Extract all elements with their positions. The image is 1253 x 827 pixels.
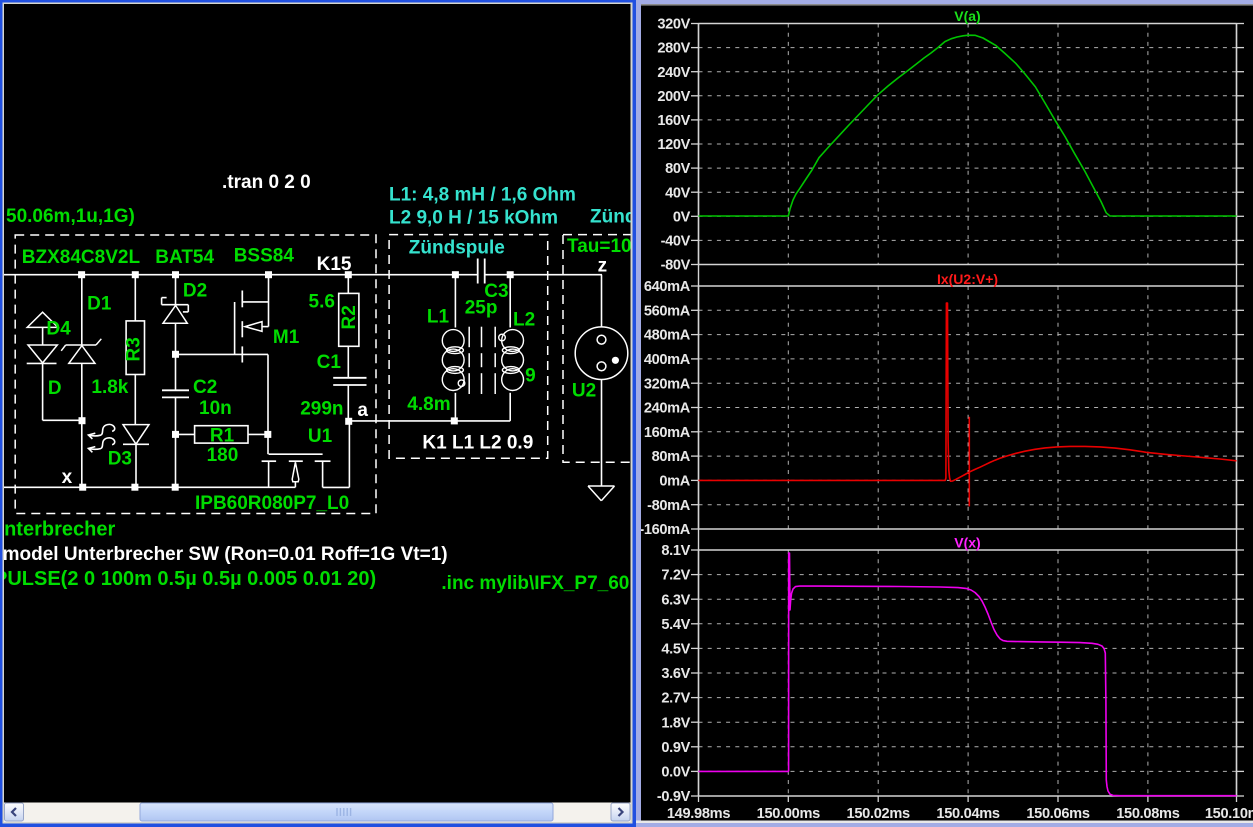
svg-text:25p: 25p — [465, 298, 498, 319]
svg-text:50.06m,1u,1G): 50.06m,1u,1G) — [6, 206, 135, 227]
svg-text:2.7V: 2.7V — [661, 691, 690, 707]
svg-text:Ix(U2:V+): Ix(U2:V+) — [937, 271, 998, 287]
svg-text:9: 9 — [525, 366, 536, 387]
svg-text:0.9V: 0.9V — [661, 740, 690, 756]
svg-text:nterbrecher: nterbrecher — [4, 519, 115, 541]
svg-text:3.6V: 3.6V — [661, 666, 690, 682]
svg-text:-80mA: -80mA — [647, 498, 691, 514]
svg-text:200V: 200V — [657, 89, 690, 105]
svg-text:L1: 4,8 mH / 1,6 Ohm: L1: 4,8 mH / 1,6 Ohm — [389, 185, 576, 206]
svg-text:150.00ms: 150.00ms — [757, 806, 821, 822]
svg-text:7.2V: 7.2V — [661, 568, 690, 584]
svg-text:V(x): V(x) — [954, 535, 980, 551]
svg-text:1.8V: 1.8V — [661, 715, 690, 731]
svg-text:V(a): V(a) — [954, 8, 980, 24]
svg-text:320V: 320V — [657, 17, 690, 33]
svg-text:R2: R2 — [339, 305, 360, 329]
svg-text:240mA: 240mA — [644, 401, 691, 417]
svg-text:180: 180 — [207, 445, 239, 466]
svg-text:U1: U1 — [308, 426, 333, 447]
svg-text:C2: C2 — [193, 377, 217, 398]
svg-text:R1: R1 — [210, 426, 235, 447]
svg-text:U2: U2 — [572, 381, 596, 402]
svg-text:80V: 80V — [665, 161, 691, 177]
svg-text:BAT54: BAT54 — [155, 247, 214, 268]
svg-text:L2 9,0 H / 15 kOhm: L2 9,0 H / 15 kOhm — [389, 208, 558, 229]
svg-text:K15: K15 — [317, 254, 352, 275]
svg-text:-40V: -40V — [661, 234, 691, 250]
svg-text:L2: L2 — [513, 310, 535, 331]
svg-text:640mA: 640mA — [644, 279, 691, 295]
svg-text:10n: 10n — [199, 398, 232, 419]
svg-text:R3: R3 — [124, 337, 145, 361]
svg-text:299n: 299n — [300, 399, 343, 420]
svg-text:400mA: 400mA — [644, 352, 691, 368]
svg-text:L1: L1 — [427, 307, 450, 328]
svg-text:6.3V: 6.3V — [661, 592, 690, 608]
svg-text:D: D — [48, 378, 62, 399]
svg-text:K1 L1 L2 0.9: K1 L1 L2 0.9 — [422, 433, 533, 454]
svg-text:120V: 120V — [657, 137, 690, 153]
svg-text:-80V: -80V — [661, 258, 691, 274]
svg-text:80mA: 80mA — [652, 449, 691, 465]
svg-text:8.1V: 8.1V — [661, 543, 690, 559]
svg-text:model Unterbrecher SW (Ron=0.0: model Unterbrecher SW (Ron=0.01 Roff=1G … — [3, 544, 448, 565]
svg-text:150.08ms: 150.08ms — [1116, 806, 1180, 822]
svg-text:150.10ms: 150.10ms — [1205, 806, 1253, 822]
svg-text:D2: D2 — [183, 281, 207, 302]
svg-text:IPB60R080P7_L0: IPB60R080P7_L0 — [195, 493, 349, 514]
svg-text:160mA: 160mA — [644, 425, 691, 441]
svg-text:240V: 240V — [657, 65, 690, 81]
svg-text:D3: D3 — [108, 449, 132, 470]
svg-text:BSS84: BSS84 — [234, 246, 295, 267]
svg-text:a: a — [357, 400, 368, 421]
svg-text:Zünd: Zünd — [590, 206, 636, 227]
svg-text:5.6: 5.6 — [309, 292, 335, 313]
svg-text:M1: M1 — [273, 327, 300, 348]
svg-text:Tau=10: Tau=10 — [567, 236, 632, 257]
svg-text:280V: 280V — [657, 41, 690, 57]
svg-text:PULSE(2 0 100m 0.5µ 0.5µ 0.005: PULSE(2 0 100m 0.5µ 0.5µ 0.005 0.01 20) — [0, 568, 376, 590]
svg-text:x: x — [62, 467, 73, 488]
svg-text:4.5V: 4.5V — [661, 642, 690, 658]
svg-text:560mA: 560mA — [644, 303, 691, 319]
svg-text:.tran 0 2 0: .tran 0 2 0 — [222, 172, 311, 193]
svg-text:150.04ms: 150.04ms — [936, 806, 1000, 822]
svg-text:0V: 0V — [673, 209, 691, 225]
svg-text:.inc mylib\IFX_P7_60: .inc mylib\IFX_P7_60 — [441, 573, 629, 594]
svg-text:40V: 40V — [665, 185, 691, 201]
svg-text:480mA: 480mA — [644, 328, 691, 344]
svg-text:-160mA: -160mA — [639, 522, 690, 538]
svg-text:160V: 160V — [657, 113, 690, 129]
svg-text:0.0V: 0.0V — [661, 765, 690, 781]
svg-text:D4: D4 — [46, 319, 71, 340]
svg-text:0mA: 0mA — [659, 474, 690, 490]
svg-text:C1: C1 — [317, 352, 342, 373]
svg-text:D1: D1 — [87, 294, 112, 315]
svg-text:BZX84C8V2L: BZX84C8V2L — [22, 247, 141, 268]
svg-text:Zündspule: Zündspule — [409, 238, 505, 259]
svg-text:5.4V: 5.4V — [661, 617, 690, 633]
svg-text:4.8m: 4.8m — [407, 394, 450, 415]
svg-text:320mA: 320mA — [644, 376, 691, 392]
svg-text:-0.9V: -0.9V — [657, 789, 691, 805]
svg-text:z: z — [598, 256, 608, 277]
svg-text:150.06ms: 150.06ms — [1026, 806, 1090, 822]
svg-text:150.02ms: 150.02ms — [847, 806, 911, 822]
svg-text:1.8k: 1.8k — [91, 377, 128, 398]
svg-text:149.98ms: 149.98ms — [667, 806, 731, 822]
